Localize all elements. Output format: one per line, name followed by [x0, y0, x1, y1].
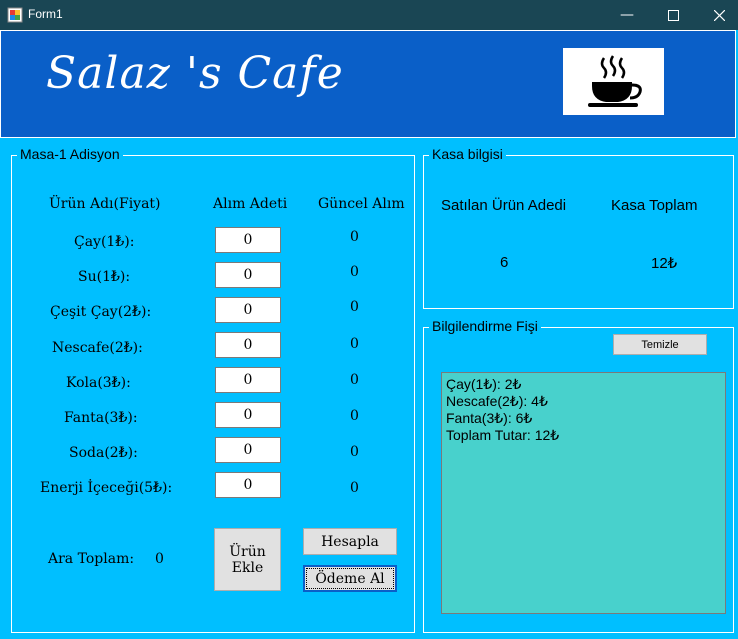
sold-count-label: Satılan Ürün Adedi — [441, 197, 567, 214]
current-header: Güncel Alım — [318, 196, 405, 212]
receipt-line: Nescafe(2₺): 4₺ — [446, 393, 548, 409]
qty-input[interactable]: 0 — [215, 332, 281, 358]
title-bar: Form1 — — [0, 0, 738, 30]
receipt-line: Fanta(3₺): 6₺ — [446, 410, 533, 426]
current-value: 0 — [350, 444, 359, 460]
current-value: 0 — [350, 372, 359, 388]
receipt-line: Toplam Tutar: 12₺ — [446, 427, 560, 443]
qty-input[interactable]: 0 — [215, 262, 281, 288]
minimize-icon: — — [620, 7, 634, 23]
current-value: 0 — [350, 264, 359, 280]
receipt-line: Çay(1₺): 2₺ — [446, 376, 522, 392]
window-title: Form1 — [28, 7, 63, 21]
collect-payment-button[interactable]: Ödeme Al — [303, 565, 397, 592]
qty-input[interactable]: 0 — [215, 297, 281, 323]
register-group — [423, 155, 734, 309]
qty-input[interactable]: 0 — [215, 472, 281, 498]
qty-header: Alım Adeti — [213, 196, 288, 212]
coffee-cup-image — [563, 48, 664, 115]
current-value: 0 — [350, 229, 359, 245]
item-label: Çeşit Çay(2₺): — [50, 304, 152, 320]
item-label: Fanta(3₺): — [64, 410, 138, 426]
current-value: 0 — [350, 408, 359, 424]
current-value: 0 — [350, 299, 359, 315]
item-label: Enerji İçeceği(5₺): — [40, 480, 173, 496]
register-total-label: Kasa Toplam — [611, 197, 698, 214]
qty-input[interactable]: 0 — [215, 227, 281, 253]
order-group-title: Masa-1 Adisyon — [17, 146, 123, 162]
qty-input[interactable]: 0 — [215, 402, 281, 428]
product-header: Ürün Adı(Fiyat) — [49, 196, 161, 212]
close-icon — [713, 9, 725, 21]
maximize-icon — [667, 9, 679, 21]
calculate-button[interactable]: Hesapla — [303, 528, 397, 555]
subtotal-label: Ara Toplam: — [48, 551, 135, 567]
add-product-button[interactable]: Ürün Ekle — [214, 528, 281, 591]
item-label: Kola(3₺): — [66, 375, 131, 391]
register-total-value: 12₺ — [651, 255, 678, 272]
item-label: Çay(1₺): — [74, 234, 135, 250]
register-group-title: Kasa bilgisi — [429, 146, 506, 162]
clear-button[interactable]: Temizle — [613, 334, 707, 355]
qty-input[interactable]: 0 — [215, 367, 281, 393]
item-label: Soda(2₺): — [69, 445, 138, 461]
minimize-button[interactable]: — — [604, 0, 650, 30]
current-value: 0 — [350, 336, 359, 352]
receipt-group-title: Bilgilendirme Fişi — [429, 318, 541, 334]
close-button[interactable] — [696, 0, 738, 30]
qty-input[interactable]: 0 — [215, 437, 281, 463]
item-label: Su(1₺): — [78, 269, 131, 285]
sold-count-value: 6 — [500, 254, 509, 271]
coffee-cup-icon — [587, 54, 642, 107]
app-icon — [7, 7, 23, 23]
maximize-button[interactable] — [650, 0, 696, 30]
current-value: 0 — [350, 480, 359, 496]
brand-logo: Salaz 's Cafe — [46, 48, 344, 99]
subtotal-value: 0 — [155, 551, 164, 567]
receipt-textbox[interactable]: Çay(1₺): 2₺ Nescafe(2₺): 4₺ Fanta(3₺): 6… — [441, 372, 726, 614]
item-label: Nescafe(2₺): — [52, 340, 143, 356]
